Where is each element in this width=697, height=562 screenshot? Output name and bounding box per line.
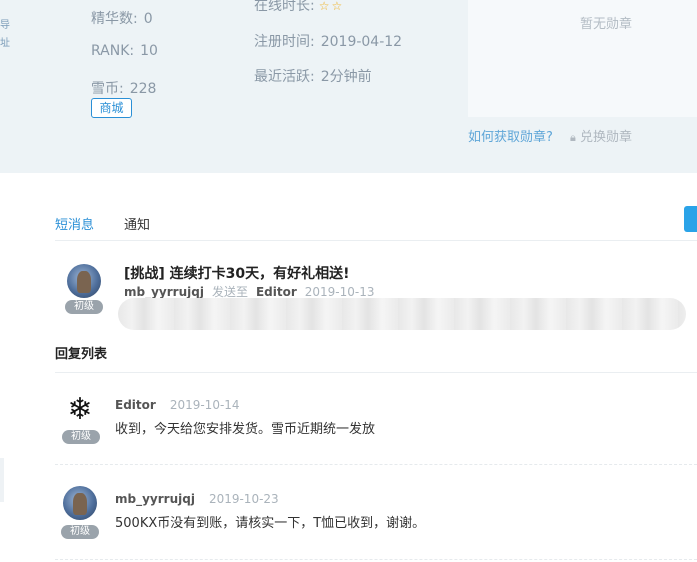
exchange-medal-label: 兑换勋章 bbox=[580, 130, 633, 145]
rank-stat: RANK: 10 bbox=[91, 43, 158, 59]
avatar[interactable] bbox=[63, 486, 97, 520]
divider bbox=[55, 240, 697, 241]
active-label: 最近活跃: bbox=[254, 69, 315, 85]
reply-author[interactable]: Editor bbox=[115, 398, 156, 412]
reply-text: 收到，今天给您安排发货。雪币近期统一发放 bbox=[115, 422, 376, 437]
reply-date: 2019-10-23 bbox=[208, 492, 279, 506]
rank-label: RANK: bbox=[91, 43, 135, 59]
active-stat: 最近活跃: 2分钟前 bbox=[254, 66, 372, 86]
register-value: 2019-04-12 bbox=[320, 34, 403, 50]
essence-value: 0 bbox=[143, 11, 153, 27]
wolf-avatar-image bbox=[77, 271, 91, 293]
coin-value: 228 bbox=[129, 81, 157, 97]
divider bbox=[55, 372, 697, 373]
topic-author[interactable]: mb_yyrrujqj bbox=[124, 285, 204, 299]
how-to-get-medal-link[interactable]: 如何获取勋章? bbox=[468, 126, 553, 145]
medal-empty-text: 暂无勋章 bbox=[580, 17, 633, 32]
reply-meta: Editor 2019-10-14 bbox=[115, 398, 240, 412]
reply-meta: mb_yyrrujqj 2019-10-23 bbox=[115, 492, 279, 506]
reply-author[interactable]: mb_yyrrujqj bbox=[115, 492, 195, 506]
star-icon: ☆ bbox=[331, 0, 343, 13]
topic-date: 2019-10-13 bbox=[304, 285, 375, 299]
essence-stat: 精华数: 0 bbox=[91, 8, 153, 28]
online-label: 在线时长: bbox=[254, 0, 315, 14]
blurred-content bbox=[118, 298, 686, 330]
level-badge: 初级 bbox=[62, 430, 100, 444]
tab-notifications[interactable]: 通知 bbox=[124, 214, 150, 233]
edge-glyph: 址 bbox=[0, 38, 10, 49]
shop-button[interactable]: 商城 bbox=[91, 98, 132, 118]
wolf-avatar-image bbox=[73, 493, 87, 515]
topic-recipient[interactable]: Editor bbox=[256, 285, 297, 299]
exchange-medal-link[interactable]: 🔒︎ 兑换勋章 bbox=[570, 126, 632, 145]
divider bbox=[55, 464, 697, 465]
divider bbox=[55, 559, 697, 560]
snowflake-icon[interactable]: ❄ bbox=[63, 393, 97, 427]
lock-icon: 🔒︎ bbox=[570, 131, 576, 144]
coin-stat: 雪币: 228 bbox=[91, 78, 156, 98]
reply-list-title: 回复列表 bbox=[55, 347, 108, 362]
reply-date: 2019-10-14 bbox=[169, 398, 240, 412]
coin-label: 雪币: bbox=[91, 81, 124, 97]
level-badge: 初级 bbox=[65, 300, 103, 314]
register-stat: 注册时间: 2019-04-12 bbox=[254, 31, 402, 51]
compose-button[interactable] bbox=[684, 206, 697, 232]
essence-label: 精华数: bbox=[91, 11, 138, 27]
rank-value: 10 bbox=[140, 43, 158, 59]
side-mark bbox=[0, 458, 4, 502]
register-label: 注册时间: bbox=[254, 34, 315, 50]
sent-to-label: 发送至 bbox=[211, 285, 248, 299]
active-value: 2分钟前 bbox=[320, 69, 372, 85]
level-badge: 初级 bbox=[61, 525, 99, 539]
online-stat: 在线时长: ☆ ☆ bbox=[254, 0, 342, 15]
topic-title: [挑战] 连续打卡30天，有好礼相送! bbox=[124, 266, 350, 282]
reply-text: 500KX币没有到账，请核实一下，T恤已收到，谢谢。 bbox=[115, 516, 426, 531]
edge-glyph: 导 bbox=[0, 20, 10, 31]
star-icon: ☆ bbox=[318, 0, 330, 13]
tab-messages[interactable]: 短消息 bbox=[55, 214, 94, 233]
avatar[interactable] bbox=[67, 264, 101, 298]
